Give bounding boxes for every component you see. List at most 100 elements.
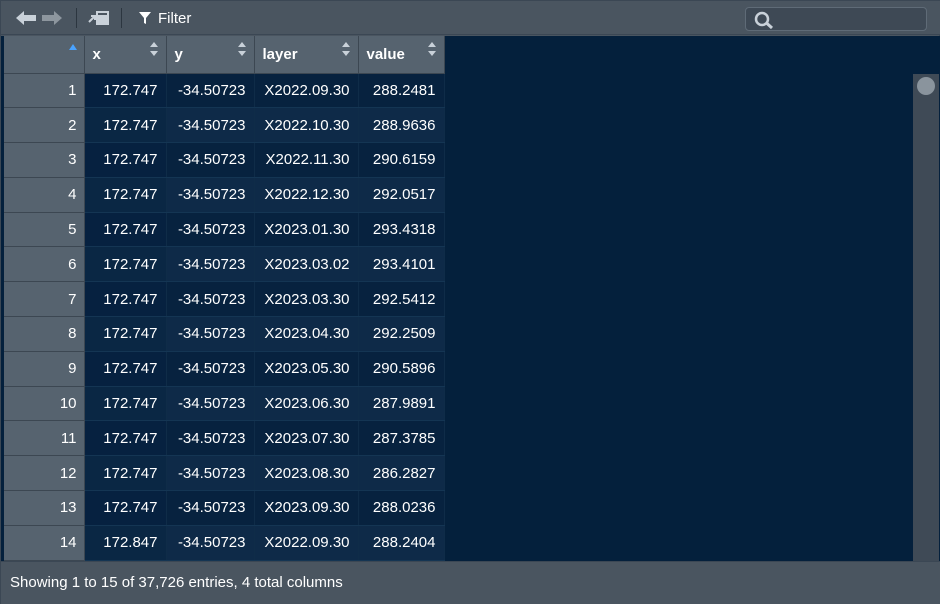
table-row[interactable]: 12 172.747 -34.50723 X2023.08.30 286.2827 <box>4 455 445 492</box>
cell-value[interactable]: 288.2481 <box>358 73 445 109</box>
cell-y[interactable]: -34.50723 <box>166 246 255 283</box>
cell-y[interactable]: -34.50723 <box>166 455 255 492</box>
table-row[interactable]: 3 172.747 -34.50723 X2022.11.30 290.6159 <box>4 142 445 178</box>
cell-y[interactable]: -34.50723 <box>166 177 255 213</box>
column-header-label: y <box>174 45 183 63</box>
cell-value[interactable]: 287.9891 <box>358 386 445 422</box>
cell-layer[interactable]: X2022.11.30 <box>254 142 359 178</box>
arrow-left-icon[interactable] <box>15 10 37 31</box>
cell-x[interactable]: 172.747 <box>84 212 167 248</box>
toolbar: Filter <box>1 1 940 35</box>
cell-layer[interactable]: X2023.09.30 <box>254 490 359 526</box>
table-row[interactable]: 5 172.747 -34.50723 X2023.01.30 293.4318 <box>4 212 445 248</box>
cell-value[interactable]: 288.2404 <box>358 525 445 561</box>
table-row[interactable]: 14 172.847 -34.50723 X2022.09.30 288.2404 <box>4 525 445 561</box>
open-in-window-icon[interactable] <box>87 8 111 33</box>
cell-x[interactable]: 172.747 <box>84 73 167 109</box>
row-number-cell[interactable]: 7 <box>4 281 85 318</box>
row-number-cell[interactable]: 4 <box>4 177 85 213</box>
cell-layer[interactable]: X2023.08.30 <box>254 455 359 492</box>
column-header-layer[interactable]: layer <box>254 36 359 74</box>
table-row[interactable]: 10 172.747 -34.50723 X2023.06.30 287.9891 <box>4 386 445 422</box>
cell-layer[interactable]: X2023.01.30 <box>254 212 359 248</box>
table-row[interactable]: 1 172.747 -34.50723 X2022.09.30 288.2481 <box>4 73 445 109</box>
cell-layer[interactable]: X2022.12.30 <box>254 177 359 213</box>
column-header-value[interactable]: value <box>358 36 445 74</box>
cell-value[interactable]: 286.2827 <box>358 455 445 492</box>
table-row[interactable]: 2 172.747 -34.50723 X2022.10.30 288.9636 <box>4 107 445 144</box>
cell-layer[interactable]: X2023.07.30 <box>254 420 359 457</box>
table-row[interactable]: 13 172.747 -34.50723 X2023.09.30 288.0236 <box>4 490 445 526</box>
table-row[interactable]: 8 172.747 -34.50723 X2023.04.30 292.2509 <box>4 316 445 352</box>
cell-x[interactable]: 172.847 <box>84 525 167 561</box>
cell-value[interactable]: 288.0236 <box>358 490 445 526</box>
column-header-x[interactable]: x <box>84 36 167 74</box>
row-number-cell[interactable]: 1 <box>4 73 85 109</box>
cell-value[interactable]: 293.4101 <box>358 246 445 283</box>
row-number-cell[interactable]: 8 <box>4 316 85 352</box>
row-number-cell[interactable]: 10 <box>4 386 85 422</box>
cell-x[interactable]: 172.747 <box>84 420 167 457</box>
table-row[interactable]: 11 172.747 -34.50723 X2023.07.30 287.3785 <box>4 420 445 457</box>
cell-value[interactable]: 290.6159 <box>358 142 445 178</box>
cell-value[interactable]: 292.0517 <box>358 177 445 213</box>
cell-layer[interactable]: X2023.03.30 <box>254 281 359 318</box>
cell-layer[interactable]: X2023.03.02 <box>254 246 359 283</box>
cell-layer[interactable]: X2023.04.30 <box>254 316 359 352</box>
cell-y[interactable]: -34.50723 <box>166 490 255 526</box>
row-number-cell[interactable]: 6 <box>4 246 85 283</box>
scrollbar-thumb[interactable] <box>917 77 935 95</box>
row-number-cell[interactable]: 3 <box>4 142 85 178</box>
cell-x[interactable]: 172.747 <box>84 107 167 144</box>
column-header-y[interactable]: y <box>166 36 255 74</box>
cell-y[interactable]: -34.50723 <box>166 386 255 422</box>
row-number-cell[interactable]: 2 <box>4 107 85 144</box>
cell-value[interactable]: 287.3785 <box>358 420 445 457</box>
cell-y[interactable]: -34.50723 <box>166 107 255 144</box>
table-row[interactable]: 6 172.747 -34.50723 X2023.03.02 293.4101 <box>4 246 445 283</box>
cell-value[interactable]: 288.9636 <box>358 107 445 144</box>
cell-x[interactable]: 172.747 <box>84 246 167 283</box>
cell-layer[interactable]: X2022.10.30 <box>254 107 359 144</box>
filter-button[interactable]: Filter <box>138 8 191 28</box>
row-number-cell[interactable]: 5 <box>4 212 85 248</box>
row-number-cell[interactable]: 14 <box>4 525 85 561</box>
cell-value[interactable]: 292.2509 <box>358 316 445 352</box>
table-row[interactable]: 4 172.747 -34.50723 X2022.12.30 292.0517 <box>4 177 445 213</box>
cell-layer[interactable]: X2022.09.30 <box>254 73 359 109</box>
cell-y[interactable]: -34.50723 <box>166 212 255 248</box>
cell-value[interactable]: 293.4318 <box>358 212 445 248</box>
cell-x[interactable]: 172.747 <box>84 490 167 526</box>
row-number-cell[interactable]: 12 <box>4 455 85 492</box>
row-number-cell[interactable]: 13 <box>4 490 85 526</box>
cell-y[interactable]: -34.50723 <box>166 420 255 457</box>
row-number-cell[interactable]: 9 <box>4 351 85 387</box>
cell-x[interactable]: 172.747 <box>84 386 167 422</box>
table-row[interactable]: 7 172.747 -34.50723 X2023.03.30 292.5412 <box>4 281 445 318</box>
search-box[interactable] <box>745 7 927 31</box>
cell-x[interactable]: 172.747 <box>84 455 167 492</box>
table-row[interactable]: 9 172.747 -34.50723 X2023.05.30 290.5896 <box>4 351 445 387</box>
column-header-label: value <box>366 45 405 63</box>
arrow-right-icon[interactable] <box>41 10 63 31</box>
cell-y[interactable]: -34.50723 <box>166 73 255 109</box>
cell-y[interactable]: -34.50723 <box>166 351 255 387</box>
cell-y[interactable]: -34.50723 <box>166 316 255 352</box>
cell-x[interactable]: 172.747 <box>84 142 167 178</box>
cell-layer[interactable]: X2023.05.30 <box>254 351 359 387</box>
cell-x[interactable]: 172.747 <box>84 351 167 387</box>
cell-x[interactable]: 172.747 <box>84 316 167 352</box>
vertical-scrollbar[interactable] <box>913 74 939 561</box>
cell-x[interactable]: 172.747 <box>84 281 167 318</box>
cell-x[interactable]: 172.747 <box>84 177 167 213</box>
cell-layer[interactable]: X2022.09.30 <box>254 525 359 561</box>
row-number-header[interactable] <box>4 36 85 74</box>
cell-layer[interactable]: X2023.06.30 <box>254 386 359 422</box>
cell-y[interactable]: -34.50723 <box>166 281 255 318</box>
row-number-cell[interactable]: 11 <box>4 420 85 457</box>
cell-y[interactable]: -34.50723 <box>166 525 255 561</box>
search-input[interactable] <box>780 10 920 28</box>
cell-y[interactable]: -34.50723 <box>166 142 255 178</box>
cell-value[interactable]: 290.5896 <box>358 351 445 387</box>
cell-value[interactable]: 292.5412 <box>358 281 445 318</box>
